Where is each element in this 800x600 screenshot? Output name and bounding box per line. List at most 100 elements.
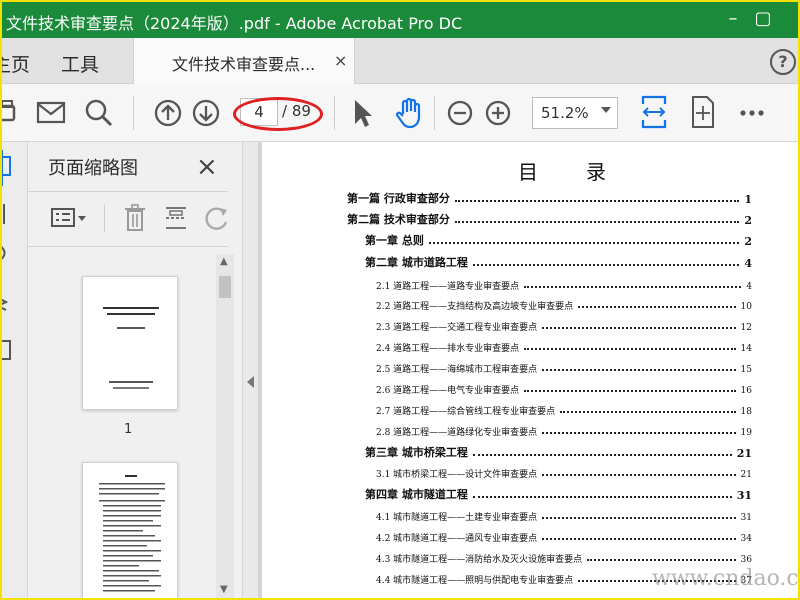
zoom-out-icon[interactable] xyxy=(446,96,474,130)
toc-entry-title: 第三章 城市桥梁工程 xyxy=(365,446,468,459)
toc-entry-title: 4.4 城市隧道工程——照明与供配电专业审查要点 xyxy=(376,576,574,586)
toc-leader-dots xyxy=(560,411,736,413)
toc-entry-page: 31 xyxy=(740,513,752,523)
toc-entry-page: 10 xyxy=(740,302,752,312)
toc-entry[interactable]: 2.2 道路工程——支挡结构及高边坡专业审查要点 10 xyxy=(376,296,752,312)
zoom-select[interactable]: 51.2% xyxy=(532,97,618,129)
scroll-mode-icon[interactable] xyxy=(689,94,717,130)
page-thumbnail[interactable] xyxy=(82,276,178,410)
delete-icon[interactable] xyxy=(122,204,148,232)
toc-entry-page: 4 xyxy=(746,282,752,292)
menu-tab-bar: 主页 工具 文件技术审查要点... × ? xyxy=(0,38,800,84)
page-thumbnail[interactable] xyxy=(82,462,178,600)
toc-entry[interactable]: 4.2 城市隧道工程——通风专业审查要点 34 xyxy=(376,528,752,544)
watermark: www.cndao.com xyxy=(652,566,800,591)
toc-entry[interactable]: 第四章 城市隧道工程 31 xyxy=(365,486,752,502)
toc-entry[interactable]: 2.8 道路工程——道路绿化专业审查要点 19 xyxy=(376,422,752,438)
toc-entry-page: 2 xyxy=(744,214,752,227)
toc-entry[interactable]: 第二篇 技术审查部分 2 xyxy=(347,211,752,227)
document-tab[interactable]: 文件技术审查要点... × xyxy=(133,38,355,84)
toc-entry[interactable]: 第三章 城市桥梁工程 21 xyxy=(365,444,752,460)
layers-icon[interactable] xyxy=(0,292,16,316)
bookmark-icon[interactable] xyxy=(0,202,16,226)
toc-entry-title: 4.1 城市隧道工程——土建专业审查要点 xyxy=(376,513,538,523)
toc-leader-dots xyxy=(472,264,740,266)
insert-page-icon[interactable] xyxy=(162,204,190,232)
thumbnail-options-icon[interactable] xyxy=(50,206,90,230)
page-number-highlight xyxy=(233,97,323,131)
toc-entry[interactable]: 2.6 道路工程——电气专业审查要点 16 xyxy=(376,380,752,396)
thumbnail-preview xyxy=(99,475,165,592)
menu-home[interactable]: 主页 xyxy=(0,50,30,77)
toc-entry-title: 第二篇 技术审查部分 xyxy=(347,213,450,226)
more-icon[interactable] xyxy=(738,96,766,130)
left-navigation-rail xyxy=(0,142,28,600)
help-icon[interactable]: ? xyxy=(770,49,796,75)
scroll-up-icon[interactable]: ▲ xyxy=(220,256,228,267)
panel-toolbar xyxy=(28,192,228,240)
rotate-icon[interactable] xyxy=(202,204,230,232)
toc-entry-title: 4.2 城市隧道工程——通风专业审查要点 xyxy=(376,534,538,544)
toc-entry[interactable]: 2.4 道路工程——排水专业审查要点 14 xyxy=(376,338,752,354)
maximize-icon[interactable]: ▢ xyxy=(750,6,776,32)
chevron-down-icon xyxy=(601,107,611,113)
page-down-icon[interactable] xyxy=(191,96,221,130)
toc-leader-dots xyxy=(472,454,732,456)
panel-collapse-handle[interactable] xyxy=(242,142,258,600)
toc-leader-dots xyxy=(524,348,736,350)
toc-entry[interactable]: 2.1 道路工程——道路专业审查要点 4 xyxy=(376,276,752,292)
toc-entry-title: 2.3 道路工程——交通工程专业审查要点 xyxy=(376,323,538,333)
toc-entry[interactable]: 4.1 城市隧道工程——土建专业审查要点 31 xyxy=(376,507,752,523)
toc-leader-dots xyxy=(524,286,742,288)
panel-close-icon[interactable]: × xyxy=(196,152,218,182)
mail-icon[interactable] xyxy=(36,96,66,130)
active-rail-indicator xyxy=(0,150,3,186)
toc-leader-dots xyxy=(587,559,736,561)
toc-entry-title: 第一篇 行政审查部分 xyxy=(347,192,450,205)
signature-icon[interactable] xyxy=(0,338,16,362)
toc-entry-page: 12 xyxy=(740,323,752,333)
toc-entry-title: 2.8 道路工程——道路绿化专业审查要点 xyxy=(376,428,538,438)
search-icon[interactable] xyxy=(84,96,114,130)
toc-entry-title: 第四章 城市隧道工程 xyxy=(365,488,468,501)
toolbar-separator xyxy=(434,96,435,130)
select-cursor-icon[interactable] xyxy=(350,96,374,130)
toc-entry-title: 第二章 城市道路工程 xyxy=(365,256,468,269)
toc-entry-page: 4 xyxy=(744,257,752,270)
toc-leader-dots xyxy=(578,306,736,308)
toc-entry[interactable]: 第二章 城市道路工程 4 xyxy=(365,254,752,270)
toc-entry[interactable]: 2.7 道路工程——综合管线工程专业审查要点 18 xyxy=(376,401,752,417)
toc-entry-title: 3.1 城市桥梁工程——设计文件审查要点 xyxy=(376,470,538,480)
toc-leader-dots xyxy=(454,200,740,202)
tab-close-icon[interactable]: × xyxy=(334,51,347,70)
toc-entry-title: 2.4 道路工程——排水专业审查要点 xyxy=(376,344,520,354)
scrollbar-thumb[interactable] xyxy=(219,276,231,298)
hand-tool-icon[interactable] xyxy=(395,96,425,130)
toc-entry-title: 2.1 道路工程——道路专业审查要点 xyxy=(376,282,520,292)
toc-entry-title: 2.6 道路工程——电气专业审查要点 xyxy=(376,386,520,396)
toc-entry[interactable]: 2.3 道路工程——交通工程专业审查要点 12 xyxy=(376,317,752,333)
toc-leader-dots xyxy=(542,327,736,329)
toc-entry[interactable]: 2.5 道路工程——海绵城市工程审查要点 15 xyxy=(376,359,752,375)
minimize-icon[interactable]: – xyxy=(720,6,746,32)
page-up-icon[interactable] xyxy=(153,96,183,130)
thumbnail-scrollbar[interactable]: ▲ ▼ xyxy=(216,254,234,600)
toc-entry[interactable]: 3.1 城市桥梁工程——设计文件审查要点 21 xyxy=(376,464,752,480)
panel-divider xyxy=(28,246,228,247)
print-icon[interactable] xyxy=(0,96,16,130)
scroll-down-icon[interactable]: ▼ xyxy=(220,584,228,595)
toc-entry-page: 18 xyxy=(740,407,752,417)
toc-leader-dots xyxy=(454,221,740,223)
toc-entry-page: 2 xyxy=(744,235,752,248)
attachment-icon[interactable] xyxy=(0,242,16,266)
zoom-value: 51.2% xyxy=(541,104,589,122)
toc-entry[interactable]: 第一章 总则 2 xyxy=(365,232,752,248)
menu-tools[interactable]: 工具 xyxy=(61,50,99,77)
zoom-in-icon[interactable] xyxy=(484,96,512,130)
toc-entry-page: 21 xyxy=(736,447,752,460)
fit-width-icon[interactable] xyxy=(640,94,668,130)
toc-entry-page: 21 xyxy=(740,470,752,480)
toc-entry-page: 34 xyxy=(740,534,752,544)
toc-entry[interactable]: 第一篇 行政审查部分 1 xyxy=(347,190,752,206)
toc-entry[interactable]: 4.3 城市隧道工程——消防给水及灭火设施审查要点 36 xyxy=(376,549,752,565)
